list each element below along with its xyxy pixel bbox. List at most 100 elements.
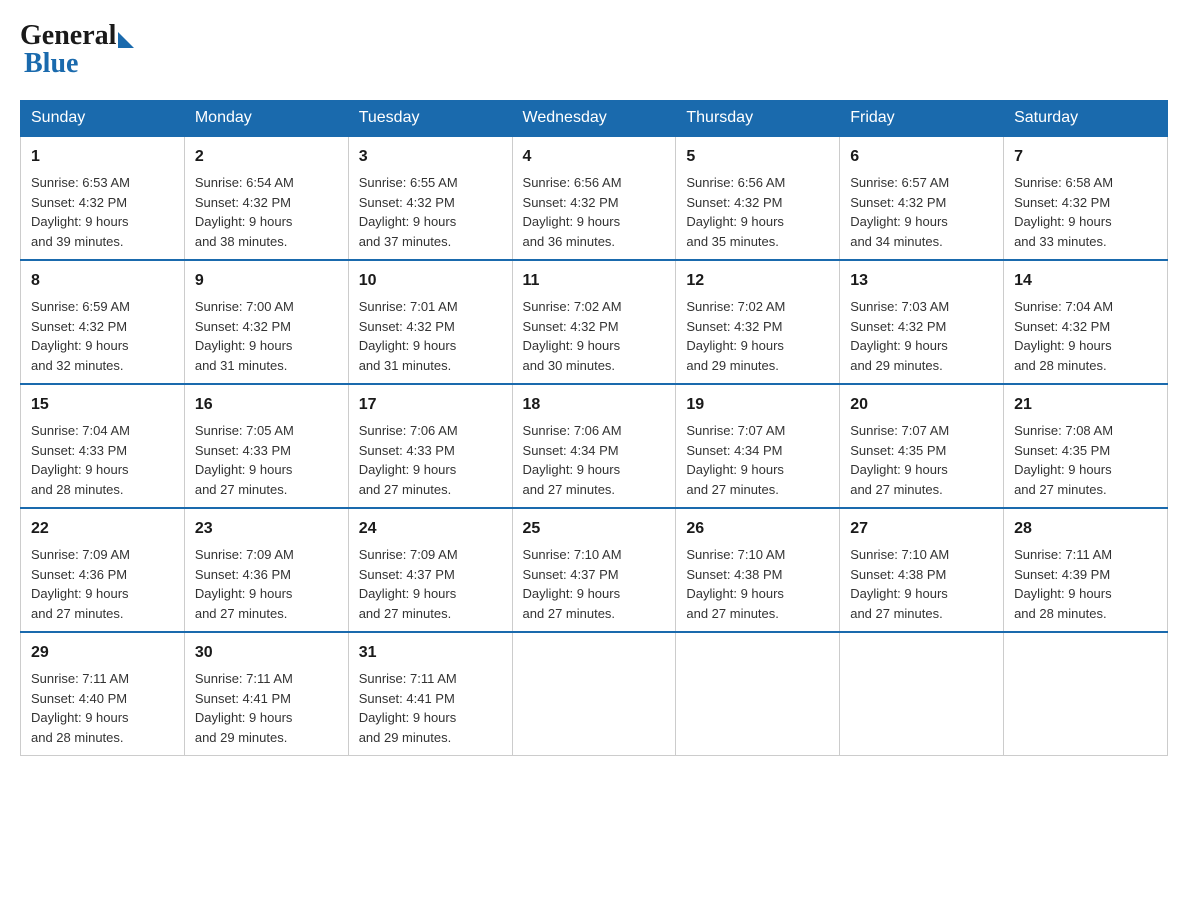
day-number: 9 [195, 269, 338, 293]
week-row-3: 15Sunrise: 7:04 AMSunset: 4:33 PMDayligh… [21, 384, 1168, 508]
cell-info: Sunrise: 6:59 AM [31, 297, 174, 317]
cell-info: Daylight: 9 hours [523, 212, 666, 232]
cell-info: Sunset: 4:32 PM [195, 193, 338, 213]
cell-info: Sunset: 4:38 PM [850, 565, 993, 585]
cell-info: Daylight: 9 hours [31, 336, 174, 356]
cell-info: and 28 minutes. [31, 728, 174, 748]
calendar-cell: 8Sunrise: 6:59 AMSunset: 4:32 PMDaylight… [21, 260, 185, 384]
day-number: 20 [850, 393, 993, 417]
cell-info: Sunset: 4:32 PM [850, 193, 993, 213]
cell-info: Sunrise: 6:56 AM [686, 173, 829, 193]
cell-info: and 29 minutes. [686, 356, 829, 376]
cell-info: Daylight: 9 hours [850, 584, 993, 604]
calendar-cell: 30Sunrise: 7:11 AMSunset: 4:41 PMDayligh… [184, 632, 348, 756]
logo-arrow-icon [118, 32, 134, 48]
cell-info: Sunrise: 7:06 AM [523, 421, 666, 441]
day-number: 21 [1014, 393, 1157, 417]
day-number: 28 [1014, 517, 1157, 541]
cell-info: and 37 minutes. [359, 232, 502, 252]
cell-info: Daylight: 9 hours [31, 584, 174, 604]
day-number: 27 [850, 517, 993, 541]
cell-info: Sunset: 4:32 PM [850, 317, 993, 337]
logo-blue-text: Blue [20, 48, 78, 80]
cell-info: Daylight: 9 hours [195, 708, 338, 728]
cell-info: and 27 minutes. [686, 604, 829, 624]
cell-info: and 35 minutes. [686, 232, 829, 252]
day-number: 5 [686, 145, 829, 169]
cell-info: Sunrise: 7:05 AM [195, 421, 338, 441]
day-number: 13 [850, 269, 993, 293]
week-row-2: 8Sunrise: 6:59 AMSunset: 4:32 PMDaylight… [21, 260, 1168, 384]
day-number: 6 [850, 145, 993, 169]
cell-info: Sunrise: 7:08 AM [1014, 421, 1157, 441]
cell-info: Sunrise: 6:53 AM [31, 173, 174, 193]
calendar-cell: 17 Sunrise: 7:06 AMSunset: 4:33 PMDayligh… [348, 384, 512, 508]
cell-info: Daylight: 9 hours [359, 460, 502, 480]
cell-info: Sunset: 4:33 PM [359, 441, 502, 461]
week-row-4: 22Sunrise: 7:09 AMSunset: 4:36 PMDayligh… [21, 508, 1168, 632]
calendar-cell: 20Sunrise: 7:07 AMSunset: 4:35 PMDayligh… [840, 384, 1004, 508]
cell-info: and 27 minutes. [523, 480, 666, 500]
cell-info: and 36 minutes. [523, 232, 666, 252]
cell-info: Sunrise: 6:54 AM [195, 173, 338, 193]
cell-info: and 39 minutes. [31, 232, 174, 252]
cell-info: and 27 minutes. [523, 604, 666, 624]
calendar-cell: 23Sunrise: 7:09 AMSunset: 4:36 PMDayligh… [184, 508, 348, 632]
calendar-cell: 16Sunrise: 7:05 AMSunset: 4:33 PMDayligh… [184, 384, 348, 508]
day-number: 14 [1014, 269, 1157, 293]
cell-info: Sunrise: 7:11 AM [359, 669, 502, 689]
day-number: 11 [523, 269, 666, 293]
calendar-cell: 13Sunrise: 7:03 AMSunset: 4:32 PMDayligh… [840, 260, 1004, 384]
cell-info: Sunrise: 7:06 AM [359, 421, 502, 441]
cell-info: Daylight: 9 hours [195, 460, 338, 480]
cell-info: Sunrise: 6:56 AM [523, 173, 666, 193]
cell-info: and 27 minutes. [850, 604, 993, 624]
day-header-friday: Friday [840, 101, 1004, 137]
calendar-cell: 1Sunrise: 6:53 AMSunset: 4:32 PMDaylight… [21, 136, 185, 260]
calendar-cell: 24Sunrise: 7:09 AMSunset: 4:37 PMDayligh… [348, 508, 512, 632]
day-number: 24 [359, 517, 502, 541]
cell-info: Daylight: 9 hours [1014, 460, 1157, 480]
calendar-cell: 2Sunrise: 6:54 AMSunset: 4:32 PMDaylight… [184, 136, 348, 260]
cell-info: and 34 minutes. [850, 232, 993, 252]
day-number: 1 [31, 145, 174, 169]
day-number: 31 [359, 641, 502, 665]
cell-info: Sunset: 4:32 PM [686, 193, 829, 213]
day-number: 4 [523, 145, 666, 169]
cell-info: Sunset: 4:39 PM [1014, 565, 1157, 585]
day-number: 2 [195, 145, 338, 169]
day-number: 26 [686, 517, 829, 541]
calendar-cell: 4Sunrise: 6:56 AMSunset: 4:32 PMDaylight… [512, 136, 676, 260]
cell-info: Sunset: 4:32 PM [195, 317, 338, 337]
cell-info: Daylight: 9 hours [523, 460, 666, 480]
calendar-cell: 15Sunrise: 7:04 AMSunset: 4:33 PMDayligh… [21, 384, 185, 508]
cell-info: Sunrise: 7:10 AM [686, 545, 829, 565]
cell-info: and 27 minutes. [686, 480, 829, 500]
cell-info: and 27 minutes. [850, 480, 993, 500]
cell-info: Daylight: 9 hours [523, 336, 666, 356]
day-header-tuesday: Tuesday [348, 101, 512, 137]
cell-info: and 30 minutes. [523, 356, 666, 376]
cell-info: Daylight: 9 hours [195, 336, 338, 356]
cell-info: Daylight: 9 hours [523, 584, 666, 604]
calendar-cell: 31Sunrise: 7:11 AMSunset: 4:41 PMDayligh… [348, 632, 512, 756]
calendar-cell: 12Sunrise: 7:02 AMSunset: 4:32 PMDayligh… [676, 260, 840, 384]
cell-info: Sunset: 4:36 PM [195, 565, 338, 585]
calendar-cell: 21Sunrise: 7:08 AMSunset: 4:35 PMDayligh… [1004, 384, 1168, 508]
cell-info: and 28 minutes. [1014, 356, 1157, 376]
logo: General Blue [20, 20, 134, 80]
calendar-cell [1004, 632, 1168, 756]
cell-info: Sunrise: 7:03 AM [850, 297, 993, 317]
day-number: 17 [359, 393, 502, 417]
cell-info: Sunset: 4:35 PM [850, 441, 993, 461]
cell-info: and 27 minutes. [359, 604, 502, 624]
cell-info: Sunset: 4:34 PM [686, 441, 829, 461]
cell-info: and 28 minutes. [31, 480, 174, 500]
cell-info: Sunset: 4:36 PM [31, 565, 174, 585]
calendar-cell: 27Sunrise: 7:10 AMSunset: 4:38 PMDayligh… [840, 508, 1004, 632]
cell-info: and 32 minutes. [31, 356, 174, 376]
calendar-cell [676, 632, 840, 756]
week-row-1: 1 Sunrise: 6:53 AM Sunset: 4:32 PM Daylight… [21, 136, 1168, 260]
day-number: 18 [523, 393, 666, 417]
cell-info: Daylight: 9 hours [686, 584, 829, 604]
